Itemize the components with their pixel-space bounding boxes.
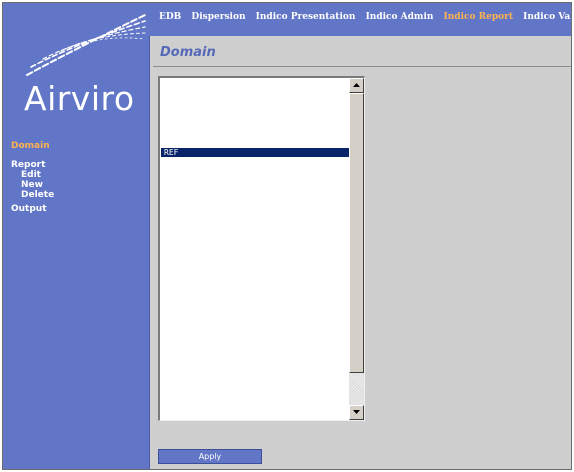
topnav-item-indico-admin[interactable]: Indico Admin — [366, 12, 434, 22]
topnav-item-indico-presentation[interactable]: Indico Presentation — [256, 12, 356, 22]
sidebar-item-report[interactable]: Report — [11, 160, 54, 170]
scroll-up-button[interactable] — [349, 78, 364, 93]
arrow-up-icon — [353, 83, 360, 87]
sidebar-item-domain[interactable]: Domain — [11, 141, 54, 151]
sidebar-item-delete[interactable]: Delete — [11, 190, 54, 200]
apply-button[interactable]: Apply — [158, 449, 262, 464]
topnav-item-dispersion[interactable]: Dispersion — [191, 12, 245, 22]
list-item[interactable]: REF — [161, 148, 350, 157]
sidebar-item-edit[interactable]: Edit — [11, 170, 54, 180]
sidebar-item-new[interactable]: New — [11, 180, 54, 190]
domain-list: REF — [160, 78, 350, 420]
topnav-item-indico-report[interactable]: Indico Report — [444, 12, 513, 22]
sidebar: Airviro Domain Report Edit New Delete Ou… — [3, 3, 150, 469]
listbox-scrollbar[interactable] — [349, 78, 364, 420]
title-divider — [153, 66, 571, 67]
airviro-logo-swoosh-icon — [26, 14, 146, 76]
domain-listbox[interactable]: REF — [158, 76, 365, 421]
scroll-down-button[interactable] — [349, 405, 364, 420]
topnav-item-edb[interactable]: EDB — [159, 12, 181, 22]
sidebar-item-output[interactable]: Output — [11, 204, 54, 214]
side-nav: Domain Report Edit New Delete Output — [11, 141, 54, 214]
arrow-down-icon — [353, 410, 360, 414]
top-nav: EDB Dispersion Indico Presentation Indic… — [149, 3, 571, 36]
page-title: Domain — [160, 45, 216, 60]
topnav-item-indico-validation[interactable]: Indico Validation — [523, 12, 571, 22]
airviro-logo: Airviro — [24, 79, 135, 118]
app-window: Airviro Domain Report Edit New Delete Ou… — [2, 2, 572, 470]
scroll-thumb[interactable] — [349, 93, 364, 373]
